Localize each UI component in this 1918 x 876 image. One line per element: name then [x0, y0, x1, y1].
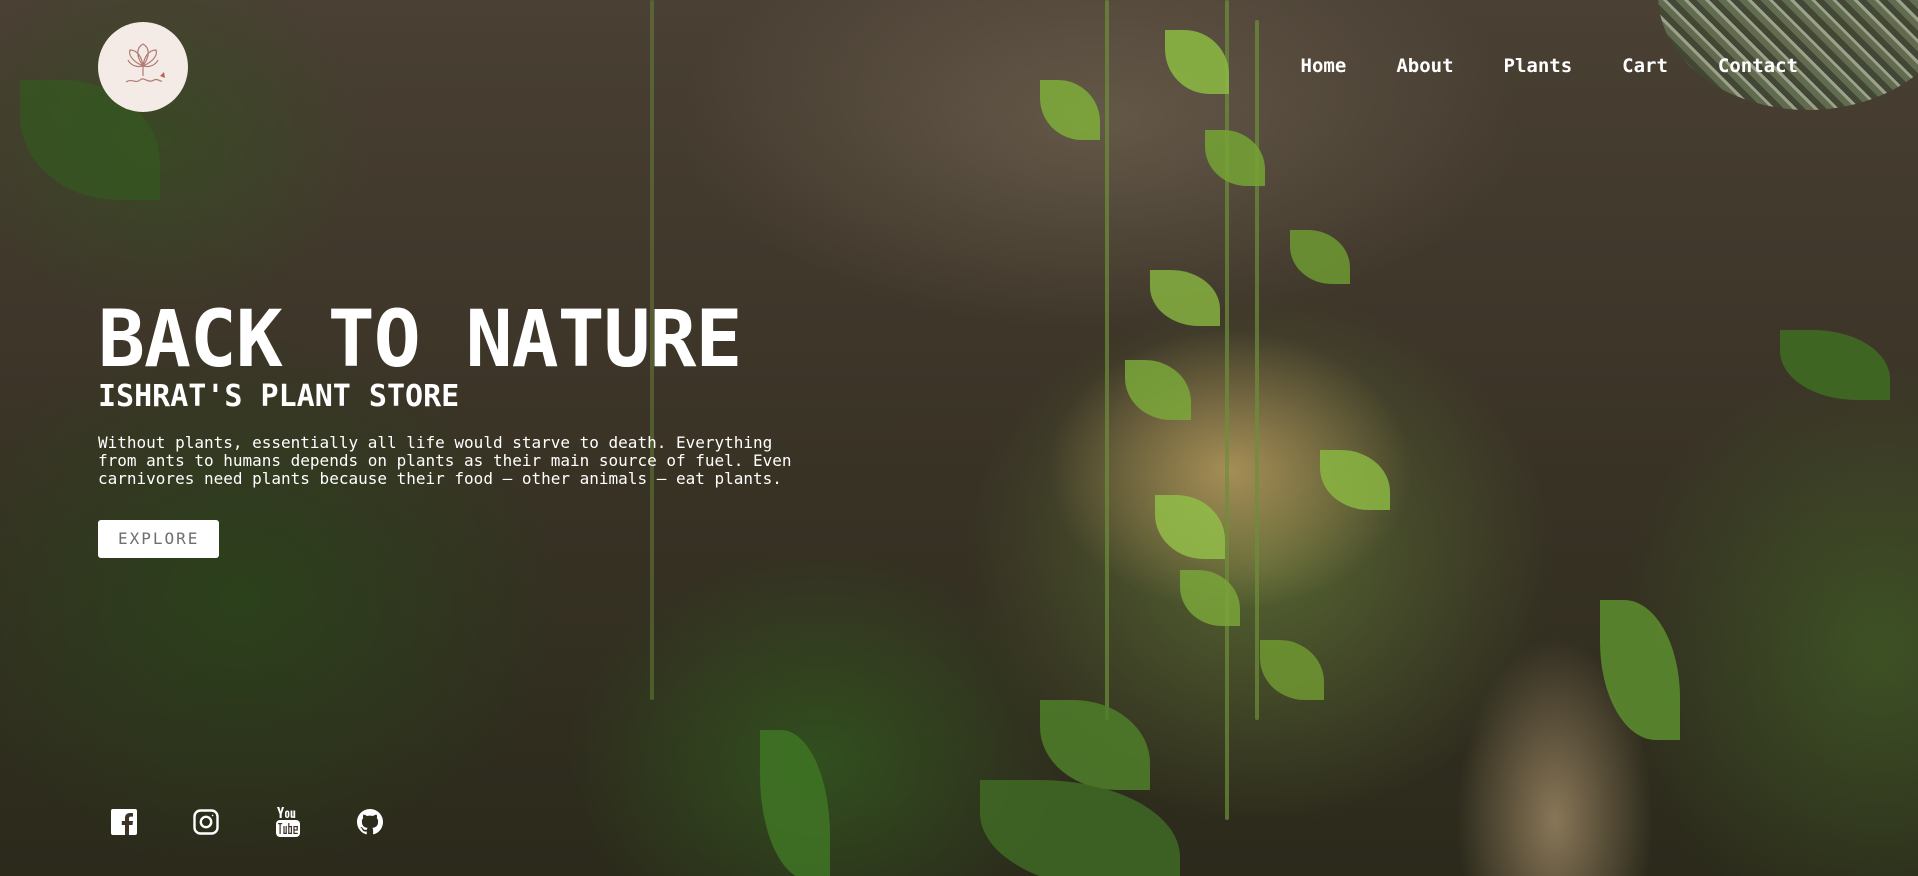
explore-button[interactable]: EXPLORE [98, 520, 220, 558]
leaf [1125, 360, 1191, 420]
social-links [110, 807, 384, 837]
facebook-icon[interactable] [110, 808, 138, 836]
hero-description: Without plants, essentially all life wou… [98, 433, 792, 488]
leaf [1290, 230, 1350, 284]
leaf [1150, 270, 1220, 326]
store-logo[interactable] [98, 22, 188, 112]
leaf [1165, 30, 1229, 94]
leaf [1040, 700, 1150, 790]
hero-content: BACK TO NATURE ISHRAT'S PLANT STORE With… [98, 298, 818, 558]
leaf [1155, 495, 1225, 559]
hanging-vine [1105, 0, 1109, 720]
nav-plants[interactable]: Plants [1504, 54, 1573, 78]
hanging-vine [1225, 0, 1229, 820]
hanging-vine [1255, 20, 1259, 720]
hero-headline: BACK TO NATURE [98, 295, 742, 385]
instagram-icon[interactable] [192, 808, 220, 836]
leaf [1320, 450, 1390, 510]
flower-logo-icon [125, 43, 165, 83]
nav-contact[interactable]: Contact [1718, 54, 1798, 78]
nav-home[interactable]: Home [1301, 54, 1347, 78]
leaf [1260, 640, 1324, 700]
youtube-icon[interactable] [274, 807, 302, 837]
leaf [1180, 570, 1240, 626]
nav-about[interactable]: About [1396, 54, 1453, 78]
github-icon[interactable] [356, 808, 384, 836]
hero-subtitle: ISHRAT'S PLANT STORE [98, 379, 460, 414]
leaf [760, 730, 830, 876]
main-navigation: Home About Plants Cart Contact [1301, 54, 1798, 78]
nav-cart[interactable]: Cart [1622, 54, 1668, 78]
leaf [980, 780, 1180, 876]
leaf [1600, 600, 1680, 740]
leaf [1780, 330, 1890, 400]
leaf [1040, 80, 1100, 140]
